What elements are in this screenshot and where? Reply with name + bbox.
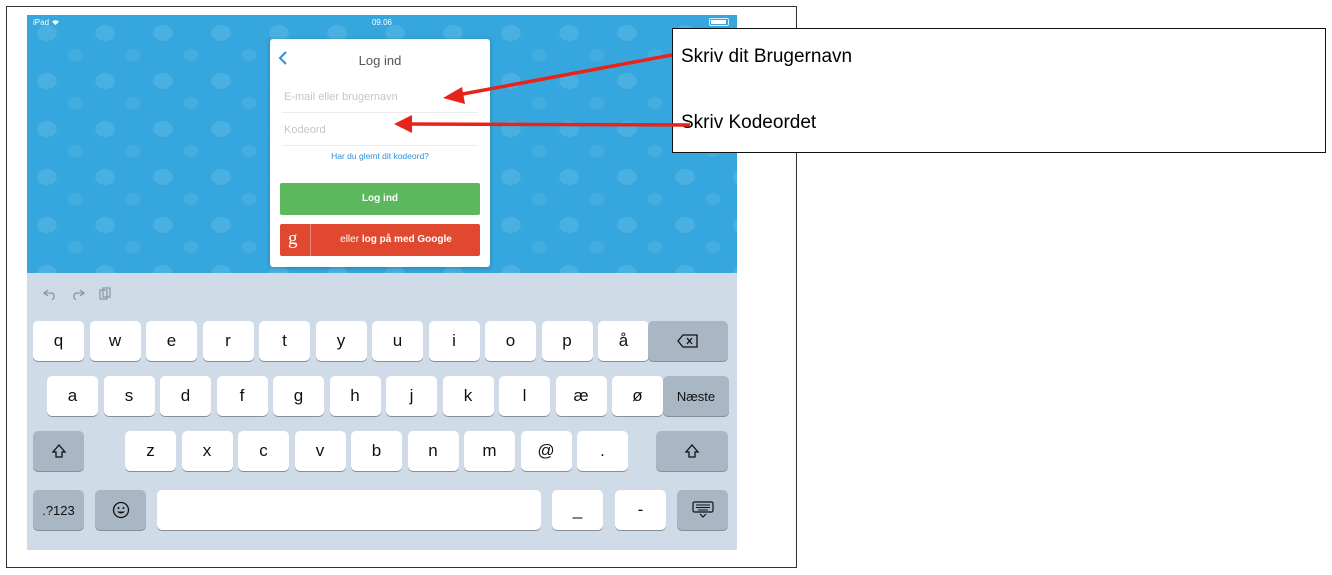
key-n[interactable]: n xyxy=(407,431,459,471)
keyboard-hide-icon xyxy=(691,501,714,518)
hide-keyboard-key[interactable] xyxy=(677,490,728,530)
login-button[interactable]: Log ind xyxy=(280,183,480,215)
space-key[interactable] xyxy=(157,490,541,530)
username-note: Skriv dit Brugernavn xyxy=(681,46,853,67)
key-h[interactable]: h xyxy=(329,376,381,416)
underscore-key[interactable]: _ xyxy=(552,490,603,530)
email-field-container xyxy=(282,82,478,113)
key-y[interactable]: y xyxy=(315,321,367,361)
emoji-icon xyxy=(112,501,129,519)
password-note: Skriv Kodeordet xyxy=(681,112,817,133)
key-d[interactable]: d xyxy=(160,376,211,416)
ipad-screen: iPad 09.06 Log ind Har du glemt dit kode… xyxy=(27,15,737,550)
key-l[interactable]: l xyxy=(499,376,550,416)
key-q[interactable]: q xyxy=(33,321,84,361)
numbers-key[interactable]: .?123 xyxy=(33,490,84,530)
key-f[interactable]: f xyxy=(216,376,268,416)
onscreen-keyboard: q w e r t y u i o p å a s d f g h j k l æ ø Næste z x c v b n m @. .?12… xyxy=(27,273,737,550)
google-login-button[interactable]: g eller log på med Google xyxy=(280,224,480,256)
key-v[interactable]: v xyxy=(294,431,346,471)
key-j[interactable]: j xyxy=(386,376,437,416)
key-e[interactable]: e xyxy=(146,321,197,361)
key-w[interactable]: w xyxy=(89,321,141,361)
emoji-key[interactable] xyxy=(95,490,146,530)
annotation-callout: Skriv dit Brugernavn Skriv Kodeordet xyxy=(672,28,1326,153)
forgot-password-link[interactable]: Har du glemt dit kodeord? xyxy=(270,151,490,161)
status-time: 09.06 xyxy=(371,18,393,27)
battery-icon xyxy=(709,18,729,26)
password-field-container xyxy=(282,115,478,146)
key-b[interactable]: b xyxy=(351,431,402,471)
key-r[interactable]: r xyxy=(202,321,254,361)
key-i[interactable]: i xyxy=(428,321,480,361)
key-m[interactable]: m xyxy=(464,431,515,471)
key-period[interactable]: . xyxy=(577,431,628,471)
key-c[interactable]: c xyxy=(238,431,289,471)
key-s[interactable]: s xyxy=(103,376,155,416)
key-z[interactable]: z xyxy=(125,431,176,471)
dialog-title: Log ind xyxy=(358,53,402,68)
shift-right-key[interactable] xyxy=(656,431,728,471)
backspace-key[interactable] xyxy=(648,321,728,361)
shift-icon xyxy=(684,444,700,458)
key-p[interactable]: p xyxy=(541,321,593,361)
keyboard-shortcut-bar xyxy=(42,287,121,304)
key-at[interactable]: @ xyxy=(520,431,572,471)
google-g-icon: g xyxy=(288,228,298,249)
email-field[interactable] xyxy=(282,82,478,112)
next-key[interactable]: Næste xyxy=(663,376,729,416)
google-button-label: eller log på med Google xyxy=(340,234,452,245)
key-k[interactable]: k xyxy=(442,376,494,416)
key-g[interactable]: g xyxy=(273,376,324,416)
key-o[interactable]: o xyxy=(485,321,536,361)
key-æ[interactable]: æ xyxy=(555,376,607,416)
redo-icon[interactable] xyxy=(71,287,86,304)
google-button-divider xyxy=(310,224,311,256)
key-å[interactable]: å xyxy=(598,321,649,361)
dash-key[interactable]: - xyxy=(615,490,666,530)
password-field[interactable] xyxy=(282,115,478,145)
key-x[interactable]: x xyxy=(181,431,233,471)
key-u[interactable]: u xyxy=(372,321,423,361)
shift-icon xyxy=(51,444,66,458)
key-a[interactable]: a xyxy=(47,376,98,416)
backspace-icon xyxy=(677,334,698,348)
key-t[interactable]: t xyxy=(259,321,310,361)
shift-left-key[interactable] xyxy=(33,431,84,471)
key-ø[interactable]: ø xyxy=(612,376,663,416)
login-dialog: Log ind Har du glemt dit kodeord? Log in… xyxy=(270,39,490,267)
status-bar: iPad 09.06 xyxy=(27,15,737,29)
paste-icon[interactable] xyxy=(99,287,111,304)
undo-icon[interactable] xyxy=(42,287,57,304)
